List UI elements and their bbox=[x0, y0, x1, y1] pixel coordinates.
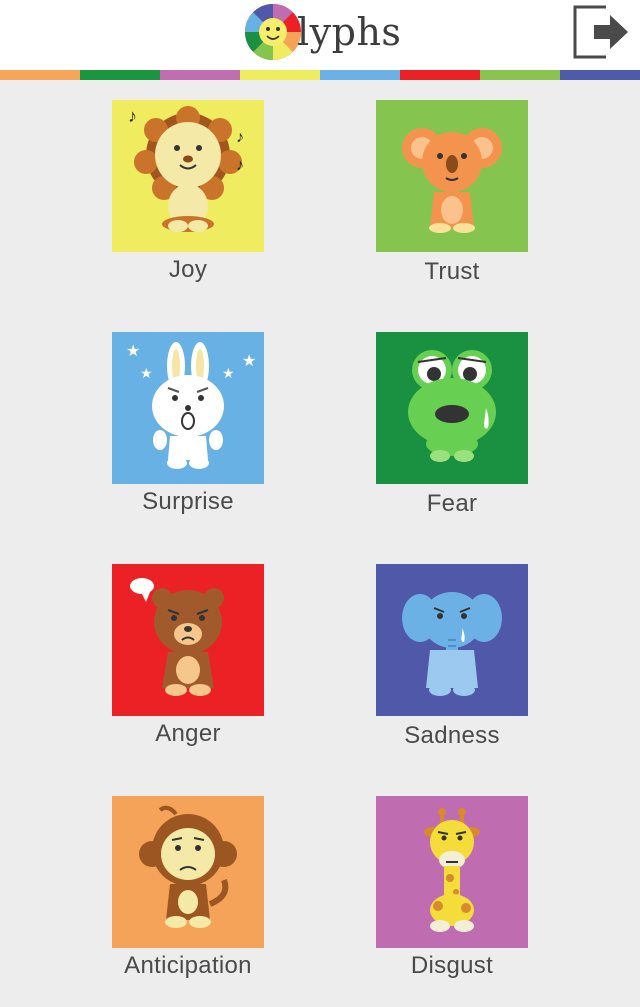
emotion-label-surprise: Surprise bbox=[142, 488, 234, 515]
emotion-label-sadness: Sadness bbox=[404, 722, 500, 749]
stripe-light-blue bbox=[320, 70, 400, 80]
emotion-tile-fear[interactable] bbox=[376, 332, 528, 484]
emotion-label-joy: Joy bbox=[168, 256, 208, 283]
emotion-tile-disgust[interactable] bbox=[376, 796, 528, 948]
emotion-tile-surprise[interactable]: ★ ★ ★ ★ bbox=[112, 332, 264, 484]
lion-icon: ♪ ♪ ♪ bbox=[112, 100, 264, 252]
stripe-purple bbox=[160, 70, 240, 80]
svg-text:♪: ♪ bbox=[236, 157, 244, 174]
svg-text:★: ★ bbox=[222, 365, 235, 381]
emotion-tile-trust[interactable] bbox=[376, 100, 528, 252]
app-header: lyphs bbox=[0, 0, 640, 70]
svg-text:★: ★ bbox=[140, 365, 153, 381]
stripe-red bbox=[400, 70, 480, 80]
logout-button[interactable] bbox=[572, 4, 632, 60]
stripe-orange bbox=[0, 70, 80, 80]
rainbow-face-logo-icon bbox=[245, 4, 301, 60]
stripe-indigo bbox=[560, 70, 640, 80]
emotion-label-trust: Trust bbox=[424, 258, 480, 285]
svg-text:★: ★ bbox=[242, 353, 256, 370]
emotion-label-anger: Anger bbox=[155, 720, 221, 747]
svg-text:♪: ♪ bbox=[236, 129, 244, 146]
stripe-yellow bbox=[240, 70, 320, 80]
emotion-tile-anger[interactable] bbox=[112, 564, 264, 716]
koala-icon bbox=[376, 100, 528, 252]
monkey-icon bbox=[112, 796, 264, 948]
emotion-label-fear: Fear bbox=[426, 490, 478, 517]
frog-icon bbox=[376, 332, 528, 484]
app-title: lyphs bbox=[297, 10, 402, 54]
emotion-label-anticipation: Anticipation bbox=[124, 952, 252, 979]
stripe-light-green bbox=[480, 70, 560, 80]
rabbit-icon: ★★ ★★ bbox=[112, 332, 264, 484]
emotion-tile-sadness[interactable] bbox=[376, 564, 528, 716]
stripe-dark-green bbox=[80, 70, 160, 80]
bear-icon bbox=[112, 564, 264, 716]
svg-text:★: ★ bbox=[126, 343, 140, 360]
svg-text:♪: ♪ bbox=[128, 106, 137, 126]
emotion-tile-joy[interactable]: ♪ ♪ ♪ bbox=[112, 100, 264, 252]
app-logo[interactable]: lyphs bbox=[243, 3, 401, 61]
giraffe-icon bbox=[376, 796, 528, 948]
color-stripes bbox=[0, 70, 640, 80]
emotion-tile-anticipation[interactable] bbox=[112, 796, 264, 948]
logout-icon bbox=[573, 5, 628, 59]
elephant-icon bbox=[376, 564, 528, 716]
emotion-label-disgust: Disgust bbox=[410, 952, 494, 979]
